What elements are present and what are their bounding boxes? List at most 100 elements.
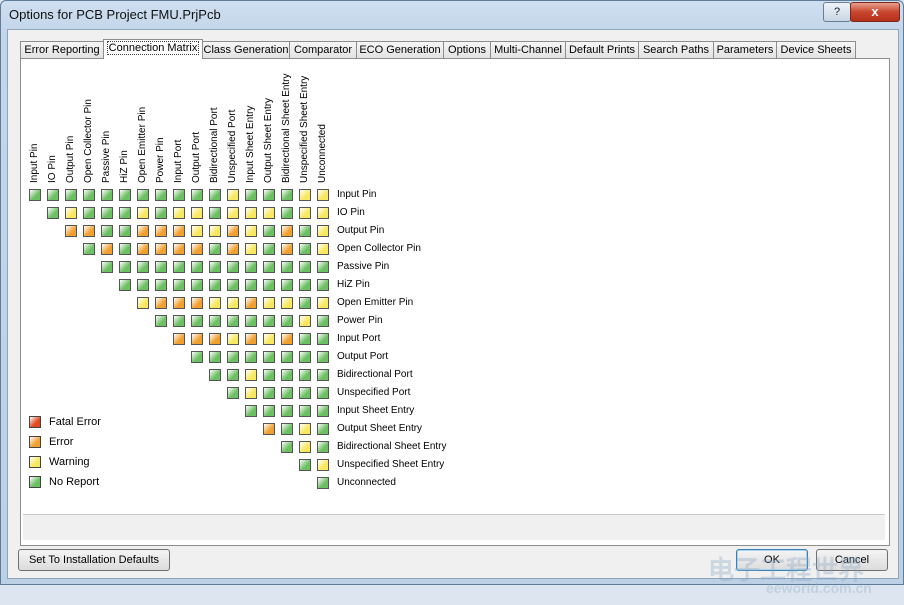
matrix-cell[interactable] bbox=[155, 243, 167, 255]
matrix-cell[interactable] bbox=[137, 225, 149, 237]
matrix-cell[interactable] bbox=[281, 387, 293, 399]
tab-comparator[interactable]: Comparator bbox=[289, 41, 357, 58]
matrix-cell[interactable] bbox=[299, 333, 311, 345]
matrix-cell[interactable] bbox=[173, 315, 185, 327]
matrix-cell[interactable] bbox=[299, 279, 311, 291]
matrix-cell[interactable] bbox=[263, 315, 275, 327]
matrix-cell[interactable] bbox=[173, 333, 185, 345]
matrix-cell[interactable] bbox=[209, 351, 221, 363]
matrix-cell[interactable] bbox=[245, 207, 257, 219]
matrix-cell[interactable] bbox=[209, 333, 221, 345]
matrix-cell[interactable] bbox=[281, 243, 293, 255]
tab-error-reporting[interactable]: Error Reporting bbox=[20, 41, 104, 58]
matrix-cell[interactable] bbox=[227, 387, 239, 399]
tab-multi-channel[interactable]: Multi-Channel bbox=[490, 41, 566, 58]
matrix-cell[interactable] bbox=[245, 351, 257, 363]
matrix-cell[interactable] bbox=[281, 333, 293, 345]
set-defaults-button[interactable]: Set To Installation Defaults bbox=[18, 549, 170, 571]
matrix-cell[interactable] bbox=[155, 279, 167, 291]
matrix-cell[interactable] bbox=[281, 189, 293, 201]
matrix-cell[interactable] bbox=[299, 351, 311, 363]
matrix-cell[interactable] bbox=[245, 261, 257, 273]
matrix-cell[interactable] bbox=[245, 279, 257, 291]
matrix-cell[interactable] bbox=[83, 207, 95, 219]
matrix-cell[interactable] bbox=[119, 207, 131, 219]
matrix-cell[interactable] bbox=[317, 243, 329, 255]
matrix-cell[interactable] bbox=[245, 243, 257, 255]
matrix-cell[interactable] bbox=[299, 261, 311, 273]
matrix-cell[interactable] bbox=[65, 189, 77, 201]
matrix-cell[interactable] bbox=[281, 369, 293, 381]
matrix-cell[interactable] bbox=[173, 207, 185, 219]
matrix-cell[interactable] bbox=[173, 261, 185, 273]
matrix-cell[interactable] bbox=[155, 297, 167, 309]
matrix-cell[interactable] bbox=[299, 297, 311, 309]
matrix-cell[interactable] bbox=[299, 459, 311, 471]
matrix-cell[interactable] bbox=[299, 207, 311, 219]
matrix-cell[interactable] bbox=[119, 225, 131, 237]
matrix-cell[interactable] bbox=[83, 189, 95, 201]
matrix-cell[interactable] bbox=[155, 315, 167, 327]
matrix-cell[interactable] bbox=[227, 243, 239, 255]
matrix-cell[interactable] bbox=[191, 261, 203, 273]
matrix-cell[interactable] bbox=[101, 207, 113, 219]
matrix-cell[interactable] bbox=[173, 225, 185, 237]
matrix-cell[interactable] bbox=[83, 243, 95, 255]
matrix-cell[interactable] bbox=[209, 225, 221, 237]
matrix-cell[interactable] bbox=[155, 261, 167, 273]
matrix-cell[interactable] bbox=[263, 369, 275, 381]
matrix-cell[interactable] bbox=[173, 279, 185, 291]
matrix-cell[interactable] bbox=[281, 351, 293, 363]
matrix-cell[interactable] bbox=[227, 369, 239, 381]
matrix-cell[interactable] bbox=[191, 315, 203, 327]
matrix-cell[interactable] bbox=[191, 189, 203, 201]
matrix-cell[interactable] bbox=[245, 297, 257, 309]
matrix-cell[interactable] bbox=[227, 297, 239, 309]
matrix-cell[interactable] bbox=[137, 243, 149, 255]
matrix-cell[interactable] bbox=[191, 225, 203, 237]
matrix-cell[interactable] bbox=[191, 297, 203, 309]
tab-parameters[interactable]: Parameters bbox=[713, 41, 777, 58]
matrix-cell[interactable] bbox=[299, 225, 311, 237]
matrix-cell[interactable] bbox=[299, 423, 311, 435]
matrix-cell[interactable] bbox=[191, 243, 203, 255]
matrix-cell[interactable] bbox=[209, 243, 221, 255]
matrix-cell[interactable] bbox=[137, 297, 149, 309]
matrix-cell[interactable] bbox=[191, 279, 203, 291]
tab-connection-matrix[interactable]: Connection Matrix bbox=[103, 39, 203, 59]
matrix-cell[interactable] bbox=[317, 459, 329, 471]
matrix-cell[interactable] bbox=[119, 261, 131, 273]
matrix-cell[interactable] bbox=[263, 207, 275, 219]
matrix-cell[interactable] bbox=[209, 279, 221, 291]
matrix-cell[interactable] bbox=[281, 261, 293, 273]
matrix-cell[interactable] bbox=[299, 369, 311, 381]
matrix-cell[interactable] bbox=[227, 189, 239, 201]
matrix-cell[interactable] bbox=[47, 189, 59, 201]
tab-device-sheets[interactable]: Device Sheets bbox=[776, 41, 856, 58]
matrix-cell[interactable] bbox=[317, 423, 329, 435]
matrix-cell[interactable] bbox=[299, 189, 311, 201]
tab-options[interactable]: Options bbox=[443, 41, 491, 58]
matrix-cell[interactable] bbox=[317, 441, 329, 453]
matrix-cell[interactable] bbox=[263, 189, 275, 201]
tab-search-paths[interactable]: Search Paths bbox=[638, 41, 714, 58]
matrix-cell[interactable] bbox=[191, 351, 203, 363]
matrix-cell[interactable] bbox=[137, 207, 149, 219]
matrix-cell[interactable] bbox=[317, 333, 329, 345]
matrix-cell[interactable] bbox=[209, 297, 221, 309]
matrix-cell[interactable] bbox=[263, 387, 275, 399]
matrix-cell[interactable] bbox=[317, 297, 329, 309]
matrix-cell[interactable] bbox=[227, 207, 239, 219]
matrix-cell[interactable] bbox=[281, 279, 293, 291]
matrix-cell[interactable] bbox=[101, 189, 113, 201]
matrix-cell[interactable] bbox=[245, 189, 257, 201]
matrix-cell[interactable] bbox=[299, 243, 311, 255]
matrix-cell[interactable] bbox=[263, 423, 275, 435]
matrix-cell[interactable] bbox=[317, 477, 329, 489]
matrix-cell[interactable] bbox=[317, 225, 329, 237]
matrix-cell[interactable] bbox=[317, 207, 329, 219]
matrix-cell[interactable] bbox=[245, 387, 257, 399]
matrix-cell[interactable] bbox=[155, 225, 167, 237]
matrix-cell[interactable] bbox=[263, 225, 275, 237]
matrix-cell[interactable] bbox=[263, 405, 275, 417]
